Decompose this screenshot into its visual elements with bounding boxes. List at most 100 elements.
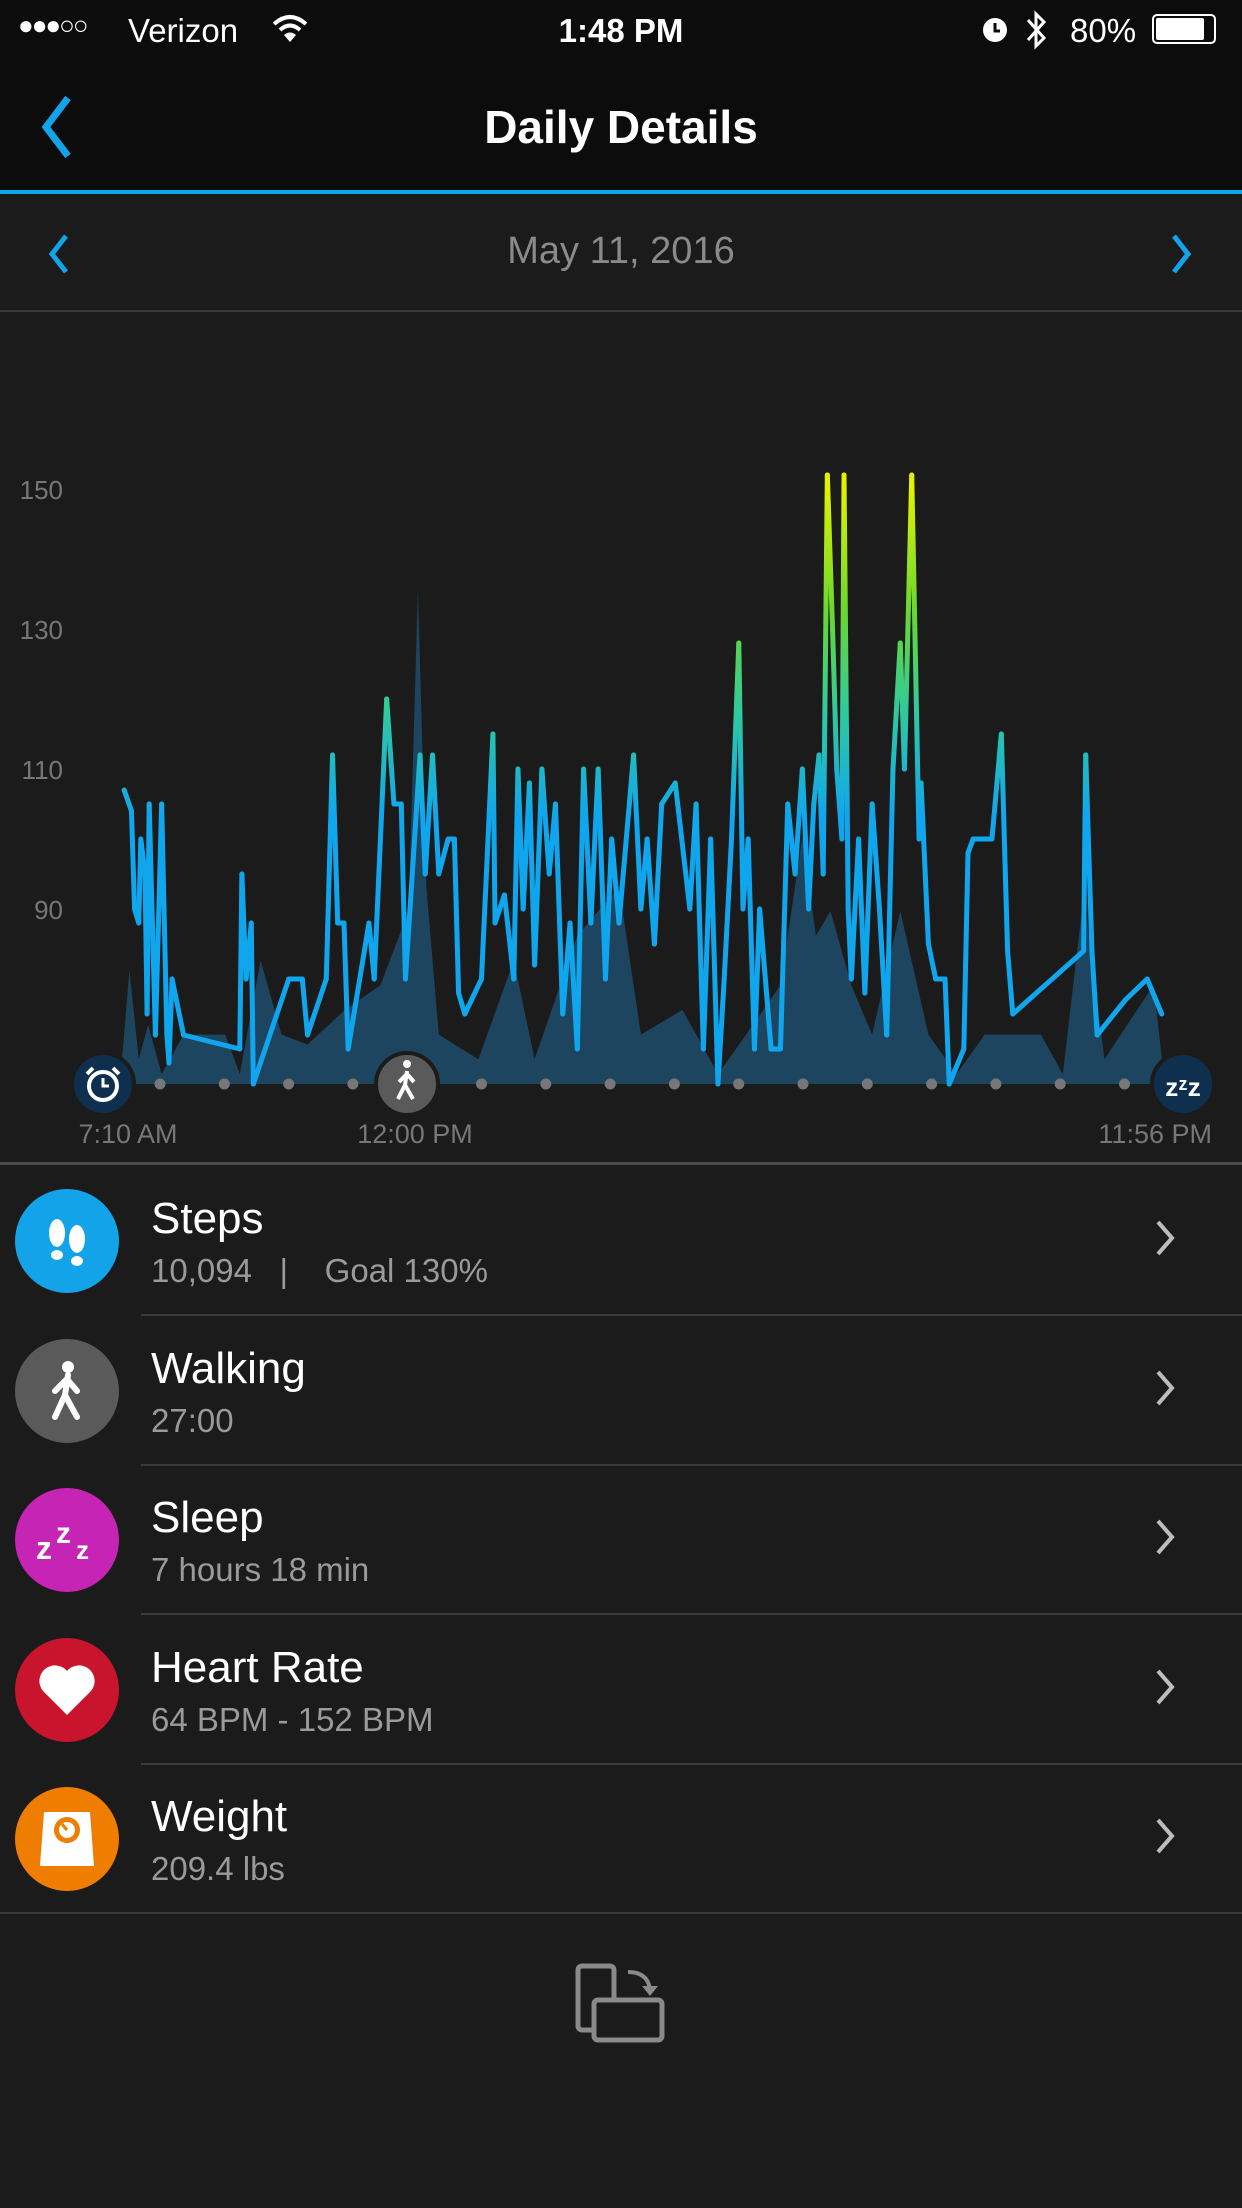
scale-icon [15,1787,119,1892]
status-bar: ●●●○○ Verizon 1:48 PM 80% [0,0,1242,62]
heart-rate-segment [631,752,644,912]
heart-rate-segment [820,472,830,877]
heart-rate-segment [736,640,746,912]
metric-title: Sleep [151,1493,264,1543]
chevron-right-icon [1156,1669,1175,1705]
rotate-screen-icon[interactable] [574,1960,670,2050]
timeline-dot [154,1078,166,1090]
timeline-dot [604,1078,616,1090]
chart-canvas: 150 130 110 90 zᶻz 7:10 AM 12:00 PM 11:56 PM [20,472,1216,1149]
metric-value: 209.4 lbs [151,1850,285,1888]
sleep-zzz-icon[interactable]: zᶻz [1150,1051,1216,1117]
heart-rate-segment [1005,948,1016,1017]
x-axis-label: 7:10 AM [78,1119,177,1149]
alarm-clock-icon[interactable] [70,1051,136,1117]
timeline-dot [347,1078,359,1090]
x-axis-label: 11:56 PM [1098,1119,1212,1149]
heart-rate-segment [451,836,462,996]
chevron-right-icon [1156,1370,1175,1405]
row-divider [0,1912,1242,1915]
timeline-dot [1119,1078,1130,1090]
heart-rate-segment [869,801,882,912]
metric-row-weight[interactable]: Weight 209.4 lbs [0,1764,1242,1915]
metric-title: Weight [151,1792,288,1842]
y-tick-label: 130 [20,615,63,645]
next-day-button[interactable] [1166,232,1196,276]
heart-icon [15,1637,119,1742]
timeline-dot [218,1078,230,1090]
metric-value: 7 hours 18 min [151,1551,370,1589]
bluetooth-icon [1026,10,1047,50]
heart-rate-segment [925,941,939,982]
heart-rate-segment [166,976,175,1066]
heart-rate-segment [552,801,566,1017]
svg-text:zᶻz: zᶻz [1165,1072,1200,1102]
heart-rate-segment [1094,997,1128,1038]
timeline-dot [1054,1078,1066,1090]
heart-rate-segment [806,801,817,912]
page-title: Daily Details [484,101,758,153]
walking-icon[interactable] [374,1051,440,1117]
metric-title: Heart Rate [151,1642,364,1692]
x-axis-label: 12:00 PM [357,1119,473,1149]
metric-row-sleep[interactable]: zzz Sleep 7 hours 18 min [0,1465,1242,1616]
metric-row-walking[interactable]: Walking 27:00 [0,1316,1242,1466]
timeline-dot [668,1078,680,1090]
heart-rate-segment [909,472,918,632]
metric-value: 27:00 [151,1401,234,1439]
heart-rate-segment [721,836,735,982]
metric-value: 64 BPM - 152 BPM [151,1700,434,1738]
svg-text:z: z [56,1517,71,1550]
y-tick-label: 110 [22,755,63,785]
heart-rate-segment [169,976,187,1038]
current-date: May 11, 2016 [507,230,735,272]
y-tick-label: 150 [20,475,63,505]
timeline-dot [797,1078,809,1090]
heart-rate-segment [462,976,484,1017]
heart-rate-segment [330,752,341,926]
heart-rate-segment [159,801,170,1038]
heart-rate-segment [961,850,971,1052]
timeline-dot [540,1078,552,1090]
metric-row-heart-rate[interactable]: Heart Rate 64 BPM - 152 BPM [0,1615,1242,1765]
nav-bar: Daily Details [0,62,1242,192]
heart-rate-segment [248,920,256,1087]
y-tick-label: 90 [34,895,63,925]
timeline-dot [926,1078,938,1090]
walking-icon [15,1338,119,1443]
clock: 1:48 PM [558,12,684,49]
heart-rate-segment [841,472,851,912]
footprints-icon [15,1189,119,1293]
timeline-dot [283,1078,295,1090]
heart-rate-segment [430,752,442,877]
heart-rate-chart[interactable]: 150 130 110 90 zᶻz 7:10 AM 12:00 PM 11:56 PM [0,311,1242,1165]
battery-percent: 80% [1070,12,1137,49]
heart-rate-segment [651,801,665,947]
heart-rate-segment [616,752,637,926]
timeline-dot [476,1078,487,1090]
heart-rate-segment [121,787,134,814]
metric-row-steps[interactable]: Steps 10,094 | Goal 130% [0,1166,1242,1316]
sleep-zzz-icon: zzz [15,1488,119,1593]
heart-rate-segment [672,780,693,912]
timeline-dot [861,1078,873,1090]
metric-title: Walking [151,1343,306,1393]
chevron-right-icon [1156,1220,1175,1256]
svg-text:z: z [76,1535,89,1565]
heart-rate-segment [918,780,931,947]
heart-rate-segment [830,626,840,772]
chevron-right-icon [1156,1519,1175,1555]
timeline-dot [733,1078,745,1090]
timeline-dot [990,1078,1002,1090]
heart-rate-segment [862,801,875,996]
heart-rate-segment [1122,976,1150,1003]
heart-rate-segment [998,731,1011,954]
heart-rate-segment [299,976,311,1038]
svg-text:z: z [36,1530,52,1565]
metric-title: Steps [151,1194,264,1243]
date-navigator: May 11, 2016 [0,194,1242,312]
battery-icon [1152,14,1216,44]
heart-rate-segment [305,976,329,1038]
heart-rate-segment [128,808,138,912]
heart-rate-segment [384,696,397,807]
